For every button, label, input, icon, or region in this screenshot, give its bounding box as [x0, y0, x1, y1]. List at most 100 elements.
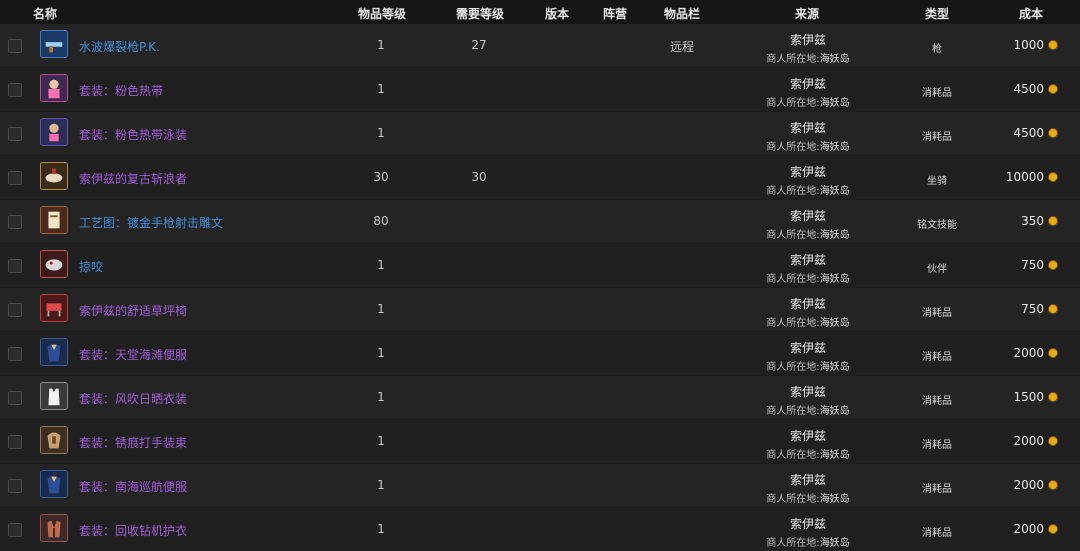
vendor-npc-link[interactable]: 索伊兹 [748, 515, 868, 532]
item-name-link[interactable]: 工艺图：镀金手枪射击雕文 [79, 214, 223, 231]
col-header-source[interactable]: 来源 [795, 5, 819, 22]
col-header-version[interactable]: 版本 [545, 5, 569, 22]
cost-value: 2000 [1013, 434, 1044, 448]
vendor-location: 商人所在地:海妖岛 [748, 182, 868, 197]
row-checkbox[interactable] [8, 39, 22, 53]
vendor-location: 商人所在地:海妖岛 [748, 50, 868, 65]
vendor-location-label: 商人所在地: [766, 230, 820, 241]
table-row: 套装：天堂海滩便服 1 索伊兹 商人所在地:海妖岛 消耗品 2000 [0, 332, 1080, 375]
vendor-location-link[interactable]: 海妖岛 [820, 186, 850, 197]
vendor-location-link[interactable]: 海妖岛 [820, 318, 850, 329]
vendor-npc-link[interactable]: 索伊兹 [748, 471, 868, 488]
source-cell: 索伊兹 商人所在地:海妖岛 [748, 508, 868, 549]
col-header-slot[interactable]: 物品栏 [664, 5, 700, 22]
vendor-npc-link[interactable]: 索伊兹 [748, 119, 868, 136]
pet-icon[interactable] [40, 250, 68, 278]
vendor-npc-link[interactable]: 索伊兹 [748, 427, 868, 444]
col-header-type[interactable]: 类型 [925, 5, 949, 22]
vendor-location-link[interactable]: 海妖岛 [820, 98, 850, 109]
scroll-icon[interactable] [40, 206, 68, 234]
row-checkbox[interactable] [8, 127, 22, 141]
mount-icon[interactable] [40, 162, 68, 190]
item-name-link[interactable]: 套装：天堂海滩便服 [79, 346, 187, 363]
table-row: 索伊兹的复古斩浪者 30 30 索伊兹 商人所在地:海妖岛 坐骑 10000 [0, 156, 1080, 199]
row-checkbox[interactable] [8, 171, 22, 185]
vendor-location-link[interactable]: 海妖岛 [820, 538, 850, 549]
vendor-location-link[interactable]: 海妖岛 [820, 142, 850, 153]
vendor-npc-link[interactable]: 索伊兹 [748, 31, 868, 48]
vendor-location: 商人所在地:海妖岛 [748, 446, 868, 461]
vendor-npc-link[interactable]: 索伊兹 [748, 207, 868, 224]
vendor-location-link[interactable]: 海妖岛 [820, 54, 850, 65]
item-level: 1 [377, 346, 385, 360]
col-header-item-level[interactable]: 物品等级 [358, 5, 406, 22]
source-cell: 索伊兹 商人所在地:海妖岛 [748, 288, 868, 329]
vendor-location-link[interactable]: 海妖岛 [820, 274, 850, 285]
vendor-location-link[interactable]: 海妖岛 [820, 362, 850, 373]
col-header-faction[interactable]: 阵营 [603, 5, 627, 22]
vest-icon[interactable] [40, 514, 68, 542]
vendor-location-label: 商人所在地: [766, 362, 820, 373]
shirt-icon[interactable] [40, 338, 68, 366]
costume-icon[interactable] [40, 74, 68, 102]
item-name-link[interactable]: 套装：粉色热带泳装 [79, 126, 187, 143]
item-type: 消耗品 [922, 308, 952, 319]
item-name-link[interactable]: 套装：南海巡航便服 [79, 478, 187, 495]
vendor-location: 商人所在地:海妖岛 [748, 270, 868, 285]
row-checkbox[interactable] [8, 479, 22, 493]
item-name-link[interactable]: 掠咬 [79, 258, 103, 275]
vendor-location-label: 商人所在地: [766, 450, 820, 461]
required-level: 30 [471, 170, 487, 184]
item-cost: 4500 [1013, 126, 1058, 140]
col-header-req-level[interactable]: 需要等级 [456, 5, 504, 22]
vendor-npc-link[interactable]: 索伊兹 [748, 339, 868, 356]
vendor-location-link[interactable]: 海妖岛 [820, 230, 850, 241]
vendor-npc-link[interactable]: 索伊兹 [748, 251, 868, 268]
row-checkbox[interactable] [8, 259, 22, 273]
vendor-npc-link[interactable]: 索伊兹 [748, 383, 868, 400]
row-checkbox[interactable] [8, 523, 22, 537]
table-row: 索伊兹的舒适草坪椅 1 索伊兹 商人所在地:海妖岛 消耗品 750 [0, 288, 1080, 331]
vendor-location-label: 商人所在地: [766, 318, 820, 329]
swimsuit-icon[interactable] [40, 118, 68, 146]
vendor-npc-link[interactable]: 索伊兹 [748, 163, 868, 180]
source-cell: 索伊兹 商人所在地:海妖岛 [748, 24, 868, 65]
gun-icon[interactable] [40, 30, 68, 58]
item-name-link[interactable]: 索伊兹的复古斩浪者 [79, 170, 187, 187]
row-checkbox[interactable] [8, 391, 22, 405]
shirt-icon[interactable] [40, 470, 68, 498]
item-name-link[interactable]: 套装：粉色热带 [79, 82, 163, 99]
source-cell: 索伊兹 商人所在地:海妖岛 [748, 376, 868, 417]
item-name-link[interactable]: 套装：回收钻机护衣 [79, 522, 187, 539]
vendor-location-label: 商人所在地: [766, 494, 820, 505]
item-name-link[interactable]: 水波爆裂枪P.K. [79, 38, 160, 55]
vendor-location-link[interactable]: 海妖岛 [820, 406, 850, 417]
item-slot: 远程 [669, 40, 694, 54]
table-row: 套装：风吹日晒衣装 1 索伊兹 商人所在地:海妖岛 消耗品 1500 [0, 376, 1080, 419]
row-checkbox[interactable] [8, 83, 22, 97]
vendor-npc-link[interactable]: 索伊兹 [748, 75, 868, 92]
item-level: 1 [377, 258, 385, 272]
col-header-name[interactable]: 名称 [33, 5, 57, 22]
table-row: 套装：锈痕打手装束 1 索伊兹 商人所在地:海妖岛 消耗品 2000 [0, 420, 1080, 463]
armor-icon[interactable] [40, 426, 68, 454]
row-checkbox[interactable] [8, 303, 22, 317]
col-header-cost[interactable]: 成本 [1019, 5, 1043, 22]
row-checkbox[interactable] [8, 215, 22, 229]
chair-icon[interactable] [40, 294, 68, 322]
vendor-location-link[interactable]: 海妖岛 [820, 494, 850, 505]
item-name-link[interactable]: 套装：风吹日晒衣装 [79, 390, 187, 407]
coin-icon [1048, 480, 1058, 490]
tank-top-icon[interactable] [40, 382, 68, 410]
vendor-location: 商人所在地:海妖岛 [748, 534, 868, 549]
item-cost: 10000 [1006, 170, 1058, 184]
item-type: 消耗品 [922, 132, 952, 143]
row-checkbox[interactable] [8, 435, 22, 449]
item-type: 消耗品 [922, 484, 952, 495]
item-level: 1 [377, 478, 385, 492]
vendor-location-link[interactable]: 海妖岛 [820, 450, 850, 461]
vendor-npc-link[interactable]: 索伊兹 [748, 295, 868, 312]
row-checkbox[interactable] [8, 347, 22, 361]
item-name-link[interactable]: 索伊兹的舒适草坪椅 [79, 302, 187, 319]
item-name-link[interactable]: 套装：锈痕打手装束 [79, 434, 187, 451]
